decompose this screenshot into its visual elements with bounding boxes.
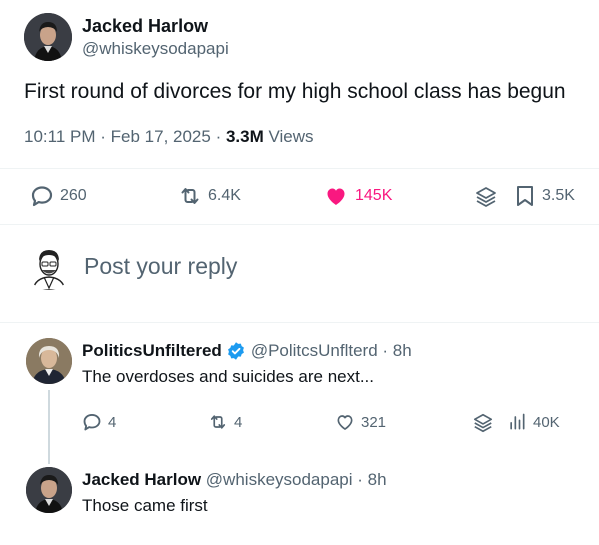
divider — [0, 168, 599, 169]
reply2-actions-cutoff — [82, 539, 582, 545]
reply-time[interactable]: 8h — [393, 341, 412, 361]
reply2-author-handle[interactable]: @whiskeysodapapi — [206, 470, 353, 489]
meta-dot: · — [357, 470, 368, 489]
reply-reply-button[interactable]: 4 — [82, 412, 116, 432]
repost-icon — [210, 415, 226, 429]
reply-like-count: 321 — [361, 413, 387, 431]
reply2-text: Those came first — [82, 496, 208, 515]
layers-icon — [473, 413, 493, 433]
tweet-date[interactable]: Feb 17, 2025 — [111, 127, 211, 146]
divider — [0, 224, 599, 225]
author-name[interactable]: Jacked Harlow — [82, 16, 208, 37]
meta-dot: · — [215, 127, 226, 146]
reply2-time[interactable]: 8h — [368, 470, 387, 489]
reply-icon — [31, 186, 53, 207]
bookmark-count: 3.5K — [542, 187, 575, 204]
reply-author-handle[interactable]: @PolitcsUnflterd — [251, 341, 378, 361]
reply-input[interactable]: Post your reply — [84, 253, 564, 280]
views-count: 3.3M — [225, 127, 264, 146]
layers-icon — [476, 187, 496, 207]
grok-button[interactable] — [474, 185, 498, 214]
reply-views-button[interactable]: 40K — [507, 412, 560, 432]
like-count: 145K — [355, 187, 393, 204]
repost-icon — [181, 188, 199, 204]
reply2-author-avatar[interactable] — [26, 467, 72, 513]
meta-dot: · — [377, 341, 393, 360]
tweet-time[interactable]: 10:11 PM — [24, 127, 96, 146]
bookmark-button[interactable]: 3.5K — [514, 184, 575, 208]
reply-reply-count: 4 — [108, 413, 117, 431]
reply-header: PoliticsUnfiltered @PolitcsUnflterd · 8h — [82, 341, 412, 361]
reply-author-avatar[interactable] — [26, 338, 72, 384]
tweet-text: First round of divorces for my high scho… — [24, 80, 566, 103]
reply-repost-count: 4 — [234, 413, 243, 431]
my-avatar[interactable] — [26, 244, 72, 290]
analytics-icon — [510, 413, 525, 430]
reply2-author-name[interactable]: Jacked Harlow — [82, 470, 201, 489]
author-handle[interactable]: @whiskeysodapapi — [82, 39, 229, 59]
reply-repost-button[interactable]: 4 — [208, 412, 242, 432]
reply-icon — [83, 414, 101, 431]
reply-views-count: 40K — [533, 413, 560, 431]
reply-count: 260 — [60, 187, 87, 204]
verified-badge-icon — [227, 342, 244, 360]
heart-filled-icon — [327, 188, 345, 205]
reply-text: The overdoses and suicides are next... — [82, 367, 374, 386]
repost-count: 6.4K — [208, 187, 241, 204]
reply-grok-button[interactable] — [472, 412, 494, 439]
reply2-header: Jacked Harlow @whiskeysodapapi · 8h — [82, 470, 387, 490]
views-label: Views — [268, 127, 314, 146]
reply-author-name[interactable]: PoliticsUnfiltered — [82, 341, 222, 361]
meta-dot: · — [100, 127, 111, 146]
reply-button[interactable]: 260 — [30, 184, 87, 208]
divider — [0, 322, 599, 323]
heart-icon — [337, 415, 353, 430]
repost-button[interactable]: 6.4K — [178, 184, 241, 208]
like-button[interactable]: 145K — [323, 184, 392, 208]
author-avatar[interactable] — [24, 13, 72, 61]
reply-like-button[interactable]: 321 — [335, 412, 386, 432]
bookmark-icon — [517, 186, 533, 206]
thread-line — [48, 390, 50, 464]
tweet-meta: 10:11 PM · Feb 17, 2025 · 3.3M Views — [24, 127, 314, 147]
